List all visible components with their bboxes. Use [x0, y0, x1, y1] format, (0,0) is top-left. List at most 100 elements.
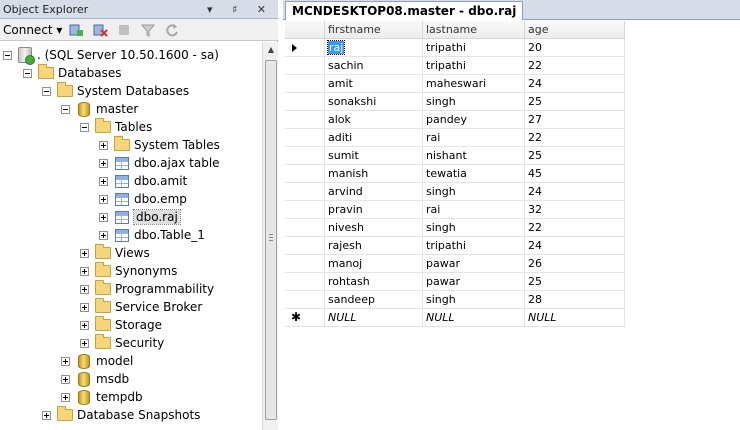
tree-node-model[interactable]: model: [61, 352, 133, 370]
expand-icon[interactable]: [80, 248, 89, 258]
expand-icon[interactable]: [99, 140, 108, 150]
stop-icon[interactable]: [116, 22, 132, 38]
tree-node-tempdb[interactable]: tempdb: [61, 388, 143, 406]
expand-icon[interactable]: [99, 176, 108, 186]
grid-cell[interactable]: 27: [525, 111, 625, 129]
tree-node-dbo-raj[interactable]: dbo.raj: [99, 208, 181, 226]
table-row[interactable]: rohtash pawar 25: [285, 273, 625, 291]
grid-new-row[interactable]: ✱ NULL NULL NULL: [285, 309, 625, 327]
grid-cell[interactable]: pawar: [423, 255, 525, 273]
tree-node-databases[interactable]: Databases: [23, 64, 122, 82]
expand-icon[interactable]: [61, 392, 70, 402]
grid-cell[interactable]: 32: [525, 201, 625, 219]
table-row[interactable]: amit maheswari 24: [285, 75, 625, 93]
row-selector[interactable]: [285, 111, 325, 129]
expand-icon[interactable]: [80, 338, 89, 348]
grid-cell[interactable]: aditi: [325, 129, 423, 147]
grid-cell[interactable]: sandeep: [325, 291, 423, 309]
table-row[interactable]: arvind singh 24: [285, 183, 625, 201]
tree-node-dbo-amit[interactable]: dbo.amit: [99, 172, 187, 190]
tree-node-system-databases[interactable]: System Databases: [42, 82, 189, 100]
grid-cell[interactable]: rai: [423, 201, 525, 219]
grid-cell[interactable]: singh: [423, 93, 525, 111]
expand-icon[interactable]: [99, 212, 108, 222]
collapse-icon[interactable]: [80, 122, 89, 132]
collapse-icon[interactable]: [61, 104, 70, 114]
connect-button[interactable]: Connect ▾: [3, 23, 62, 37]
row-selector[interactable]: [285, 201, 325, 219]
row-selector[interactable]: [285, 129, 325, 147]
grid-cell[interactable]: 24: [525, 75, 625, 93]
grid-cell[interactable]: NULL: [525, 309, 625, 327]
table-row[interactable]: sumit nishant 25: [285, 147, 625, 165]
grid-cell[interactable]: 22: [525, 129, 625, 147]
refresh-icon[interactable]: [164, 22, 180, 38]
tree-node-dbo-emp[interactable]: dbo.emp: [99, 190, 187, 208]
expand-icon[interactable]: [80, 302, 89, 312]
row-selector[interactable]: [285, 57, 325, 75]
grid-cell[interactable]: sonakshi: [325, 93, 423, 111]
grid-cell[interactable]: 24: [525, 183, 625, 201]
tree-node-database-snapshots[interactable]: Database Snapshots: [42, 406, 200, 424]
table-row[interactable]: sandeep singh 28: [285, 291, 625, 309]
table-row[interactable]: sachin tripathi 22: [285, 57, 625, 75]
grid-cell[interactable]: tripathi: [423, 39, 525, 57]
expand-icon[interactable]: [99, 194, 108, 204]
expand-icon[interactable]: [80, 284, 89, 294]
table-row[interactable]: aditi rai 22: [285, 129, 625, 147]
grid-cell[interactable]: maheswari: [423, 75, 525, 93]
grid-cell[interactable]: tewatia: [423, 165, 525, 183]
grid-cell[interactable]: rohtash: [325, 273, 423, 291]
collapse-icon[interactable]: [3, 50, 12, 60]
tree-node-security[interactable]: Security: [80, 334, 164, 352]
grid-cell[interactable]: rai: [423, 129, 525, 147]
row-selector[interactable]: [285, 291, 325, 309]
tree-node-msdb[interactable]: msdb: [61, 370, 129, 388]
row-selector[interactable]: [285, 219, 325, 237]
row-selector[interactable]: [285, 147, 325, 165]
grid-cell[interactable]: sachin: [325, 57, 423, 75]
row-selector[interactable]: [285, 273, 325, 291]
connect-server-icon[interactable]: [68, 22, 84, 38]
table-row[interactable]: raj tripathi 20: [285, 39, 625, 57]
table-row[interactable]: manish tewatia 45: [285, 165, 625, 183]
grid-cell[interactable]: 45: [525, 165, 625, 183]
tree-node-tables[interactable]: Tables: [80, 118, 152, 136]
tree-node-storage[interactable]: Storage: [80, 316, 162, 334]
grid-cell[interactable]: pawar: [423, 273, 525, 291]
grid-cell[interactable]: 26: [525, 255, 625, 273]
grid-cell[interactable]: tripathi: [423, 237, 525, 255]
tree-node-views[interactable]: Views: [80, 244, 150, 262]
row-selector[interactable]: [285, 237, 325, 255]
table-row[interactable]: nivesh singh 22: [285, 219, 625, 237]
table-row[interactable]: sonakshi singh 25: [285, 93, 625, 111]
row-selector[interactable]: [285, 255, 325, 273]
grid-cell[interactable]: arvind: [325, 183, 423, 201]
grid-cell[interactable]: NULL: [325, 309, 423, 327]
grid-cell[interactable]: alok: [325, 111, 423, 129]
grid-cell[interactable]: singh: [423, 291, 525, 309]
grid-cell[interactable]: manoj: [325, 255, 423, 273]
grid-cell[interactable]: singh: [423, 219, 525, 237]
grid-cell[interactable]: manish: [325, 165, 423, 183]
grid-cell[interactable]: 25: [525, 147, 625, 165]
expand-icon[interactable]: [80, 320, 89, 330]
table-row[interactable]: rajesh tripathi 24: [285, 237, 625, 255]
grid-cell[interactable]: tripathi: [423, 57, 525, 75]
collapse-icon[interactable]: [42, 86, 51, 96]
expand-icon[interactable]: [99, 158, 108, 168]
column-header-lastname[interactable]: lastname: [423, 21, 525, 39]
scrollbar-thumb[interactable]: [265, 60, 277, 420]
scroll-up-arrow[interactable]: ▲: [263, 42, 279, 58]
grid-cell[interactable]: amit: [325, 75, 423, 93]
tree-node-programmability[interactable]: Programmability: [80, 280, 214, 298]
grid-cell[interactable]: 25: [525, 273, 625, 291]
disconnect-server-icon[interactable]: [92, 22, 109, 38]
row-selector[interactable]: [285, 183, 325, 201]
grid-cell[interactable]: 24: [525, 237, 625, 255]
table-row[interactable]: manoj pawar 26: [285, 255, 625, 273]
tree-node-service-broker[interactable]: Service Broker: [80, 298, 202, 316]
row-selector[interactable]: [285, 75, 325, 93]
grid-cell[interactable]: 20: [525, 39, 625, 57]
grid-cell[interactable]: sumit: [325, 147, 423, 165]
